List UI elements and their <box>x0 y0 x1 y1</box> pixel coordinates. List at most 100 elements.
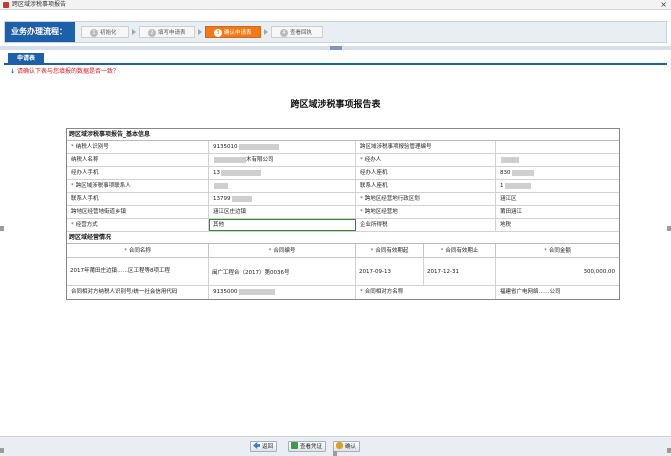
redacted-block <box>231 195 252 202</box>
report-title: 跨区域涉税事项报告表 <box>290 100 381 110</box>
window-title: 跨区域涉税事项报告 <box>12 1 67 8</box>
step-arrow-icon <box>198 29 202 35</box>
resize-handle-bottom-left[interactable] <box>0 448 4 453</box>
report-table: 跨区域涉税事项报告_基本信息 * 纳税人识别号 9135010 跨区域涉税事项报验… <box>66 128 620 300</box>
required-star-icon: * <box>360 289 363 295</box>
step-number: 3 <box>214 29 222 37</box>
voucher-icon <box>291 442 298 449</box>
notice-text: 请确认下表与您填报的数据是否一致？ <box>17 68 120 75</box>
redacted-block <box>221 169 261 176</box>
step-arrow-icon <box>264 29 268 35</box>
confirm-icon <box>336 442 343 449</box>
contract-amount: 300,000.00 <box>583 268 616 275</box>
required-star-icon: * <box>360 157 363 163</box>
table-row: 跨地区经营地街道乡镇 涵江区庄边镇 * 跨地区经营地 莆田涵江 <box>67 206 619 219</box>
field-value: 13799 <box>209 193 356 205</box>
required-star-icon: * <box>71 222 74 228</box>
required-star-icon: * <box>71 183 74 189</box>
step-label: 初始化 <box>100 30 117 36</box>
resize-handle-left[interactable] <box>0 226 4 231</box>
field-label: * 纳税人识别号 <box>67 141 209 153</box>
contract-name: 2017年莆田庄边镇……区工程等8项工程 <box>67 258 209 285</box>
contract-header-row: * 合同名称 * 合同编号 * 合同有效期起 * 合同有效期止 * 合同金额 <box>67 244 619 258</box>
field-value: 9135000 <box>209 286 356 299</box>
down-arrow-icon: ↓ <box>10 68 16 75</box>
field-value: 13 <box>209 167 356 179</box>
field-value-highlighted[interactable]: 其他 <box>209 219 356 231</box>
redacted-block <box>238 143 279 150</box>
field-value: 9135010 <box>209 141 356 153</box>
back-button[interactable]: 返回 <box>250 441 278 452</box>
field-label: * 跨地区经营地行政区划 <box>356 193 496 205</box>
field-value <box>209 180 356 192</box>
workflow-title: 业务办理流程： <box>5 22 75 42</box>
contract-number: 闽广工程合（2017）第0036号 <box>209 258 356 285</box>
step-arrow-icon <box>132 29 136 35</box>
table-row: 经办人手机 13 经办人座机 830 <box>67 167 619 180</box>
field-value: 涵江区 <box>500 196 517 202</box>
collapse-grip-icon[interactable] <box>330 46 342 50</box>
field-label: 跨区域涉税事项报验管理编号 <box>356 141 496 153</box>
table-row: 合同相对方纳税人识别号/统一社会信用代码 9135000 * 合同相对方名称 福建… <box>67 286 619 299</box>
field-label: 企业所得税 <box>356 219 496 231</box>
field-label: 跨地区经营地街道乡镇 <box>67 206 209 218</box>
column-header: * 合同有效期止 <box>424 244 496 257</box>
step-label: 确认申请表 <box>224 30 252 36</box>
section-cross-region-ops: 跨区域经营情况 <box>67 232 619 244</box>
tab-application-form[interactable]: 申请表 <box>8 53 44 65</box>
confirm-notice: ↓ 请确认下表与您填报的数据是否一致？ <box>10 68 119 76</box>
field-label: * 跨区域涉税事项联系人 <box>67 180 209 192</box>
field-value: 830 <box>496 167 619 179</box>
view-voucher-button[interactable]: 查看凭证 <box>288 441 327 452</box>
step-fill-form: 2 填写申请表 <box>139 26 195 38</box>
redacted-block <box>238 288 275 295</box>
field-value: 地税 <box>500 222 512 228</box>
field-label: * 合同相对方名称 <box>356 286 496 299</box>
close-icon[interactable]: × <box>660 0 667 9</box>
column-header: * 合同有效期起 <box>356 244 424 257</box>
window-titlebar: 跨区域涉税事项报告 × <box>0 0 671 10</box>
field-value <box>496 154 619 166</box>
field-label: 合同相对方纳税人识别号/统一社会信用代码 <box>67 286 209 299</box>
collapse-handle[interactable] <box>0 46 671 50</box>
field-label: 联系人手机 <box>67 193 209 205</box>
redacted-block <box>214 156 246 163</box>
resize-handle-bottom-right[interactable] <box>667 448 671 453</box>
step-label: 查看回执 <box>290 30 313 36</box>
table-row: * 纳税人识别号 9135010 跨区域涉税事项报验管理编号 <box>67 141 619 154</box>
field-label: * 经营方式 <box>67 219 209 231</box>
section-basic-info: 跨区域涉税事项报告_基本信息 <box>67 129 619 141</box>
step-initialize: 1 初始化 <box>81 26 129 38</box>
step-confirm-form: 3 确认申请表 <box>205 26 261 38</box>
redacted-block <box>504 182 531 189</box>
required-star-icon: * <box>71 144 74 150</box>
resize-handle-right[interactable] <box>667 226 671 231</box>
contract-row: 2017年莆田庄边镇……区工程等8项工程 闽广工程合（2017）第0036号 2… <box>67 258 619 286</box>
field-value: 1 <box>496 180 619 192</box>
required-star-icon: * <box>360 196 363 202</box>
field-label: 经办人手机 <box>67 167 209 179</box>
redacted-block <box>214 182 228 189</box>
step-label: 填写申请表 <box>158 30 186 36</box>
field-label: 经办人座机 <box>356 167 496 179</box>
contract-end: 2017-12-31 <box>424 258 496 285</box>
field-label: 纳税人名称 <box>67 154 209 166</box>
confirm-button[interactable]: 确认 <box>333 441 361 452</box>
step-number: 1 <box>90 29 98 37</box>
field-label: 联系人座机 <box>356 180 496 192</box>
column-header: * 合同名称 <box>67 244 209 257</box>
step-number: 2 <box>148 29 156 37</box>
resize-handle-bottom[interactable] <box>333 451 337 456</box>
field-label: * 跨地区经营地 <box>356 206 496 218</box>
field-value: 莆田涵江 <box>500 209 523 215</box>
contract-start: 2017-09-13 <box>356 258 424 285</box>
field-value: 涵江区庄边镇 <box>209 206 356 218</box>
tab-strip: 申请表 <box>4 53 667 65</box>
step-view-receipt: 4 查看回执 <box>271 26 323 38</box>
field-value <box>496 141 619 153</box>
table-row: * 经营方式 其他 企业所得税 地税 <box>67 219 619 232</box>
workflow-bar: 业务办理流程： 1 初始化 2 填写申请表 3 确认申请表 4 查看回执 <box>4 21 667 43</box>
table-row: 纳税人名称 木有限公司 * 经办人 <box>67 154 619 167</box>
redacted-block <box>511 169 534 176</box>
column-header: * 合同编号 <box>209 244 356 257</box>
